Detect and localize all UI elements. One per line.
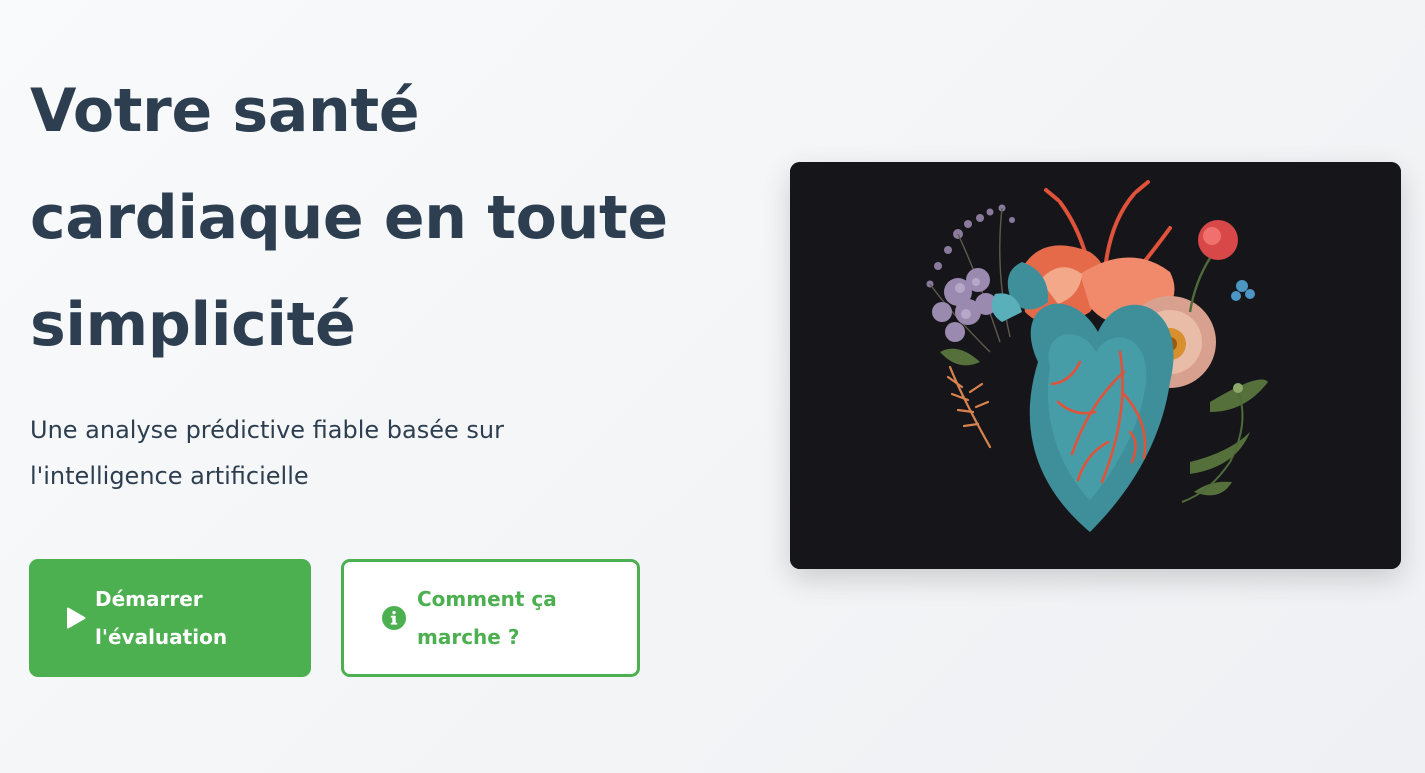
hero-text-block: Votre santé cardiaque en toute simplicit… [30, 58, 690, 499]
how-it-works-label: Comment ça marche ? [417, 587, 557, 649]
hero-actions: Démarrer l'évaluation Comment ça marche … [29, 559, 640, 677]
heart-illustration [790, 162, 1401, 569]
how-it-works-button[interactable]: Comment ça marche ? [341, 559, 640, 677]
hero-subtitle: Une analyse prédictive fiable basée sur … [30, 416, 504, 490]
play-icon [65, 607, 87, 629]
info-circle-icon [381, 606, 407, 630]
start-evaluation-label: Démarrer l'évaluation [95, 587, 228, 649]
hero-title: Votre santé cardiaque en toute simplicit… [30, 76, 668, 360]
start-evaluation-button[interactable]: Démarrer l'évaluation [29, 559, 311, 677]
